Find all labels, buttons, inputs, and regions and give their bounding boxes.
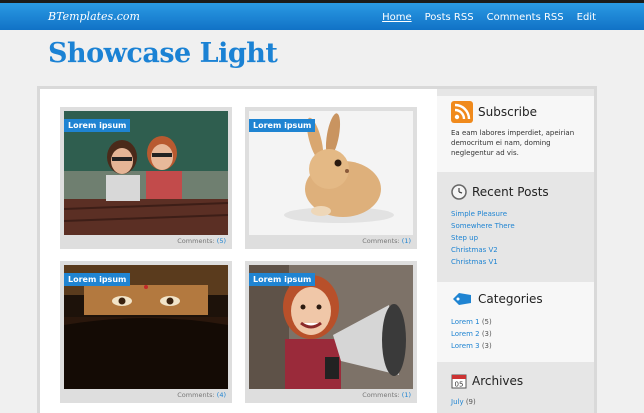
rss-icon[interactable] bbox=[451, 101, 473, 123]
tag-icon bbox=[453, 293, 471, 305]
archive-link[interactable]: July bbox=[451, 398, 464, 406]
post-tag[interactable]: Lorem ipsum bbox=[64, 119, 131, 132]
category-link[interactable]: Lorem 1 bbox=[451, 318, 480, 326]
category-item[interactable]: Lorem 3 (3) bbox=[451, 340, 580, 352]
post-thumbnail[interactable]: Lorem ipsum bbox=[249, 265, 413, 389]
brand-link[interactable]: BTemplates.com bbox=[48, 10, 140, 23]
post-tag[interactable]: Lorem ipsum bbox=[249, 119, 316, 132]
widget-title: Archives bbox=[472, 374, 524, 388]
calendar-icon: 05 bbox=[451, 374, 467, 389]
category-link[interactable]: Lorem 2 bbox=[451, 330, 480, 338]
clock-icon bbox=[451, 184, 467, 200]
top-navigation-bar: BTemplates.com Home Posts RSS Comments R… bbox=[0, 0, 644, 30]
post-comments: Comments: (1) bbox=[362, 237, 411, 245]
widget-title: Categories bbox=[478, 292, 543, 306]
recent-posts-list: Simple Pleasure Somewhere There Step up … bbox=[451, 208, 580, 268]
recent-post-link[interactable]: Somewhere There bbox=[451, 220, 580, 232]
categories-widget: Categories Lorem 1 (5) Lorem 2 (3) Lorem… bbox=[437, 282, 594, 362]
category-item[interactable]: Lorem 2 (3) bbox=[451, 328, 580, 340]
comment-count-link[interactable]: (1) bbox=[402, 237, 411, 245]
recent-post-link[interactable]: Simple Pleasure bbox=[451, 208, 580, 220]
post-tag[interactable]: Lorem ipsum bbox=[249, 273, 316, 286]
post-thumbnail[interactable]: Lorem ipsum bbox=[64, 265, 228, 389]
recent-post-link[interactable]: Christmas V2 bbox=[451, 244, 580, 256]
nav-posts-rss-link[interactable]: Posts RSS bbox=[425, 12, 474, 23]
category-count: (3) bbox=[481, 330, 492, 338]
category-link[interactable]: Lorem 3 bbox=[451, 342, 480, 350]
post-card[interactable]: Lorem ipsum Comments: (5) bbox=[60, 107, 232, 249]
comment-count-link[interactable]: (1) bbox=[402, 391, 411, 399]
post-comments: Comments: (4) bbox=[177, 391, 226, 399]
categories-list: Lorem 1 (5) Lorem 2 (3) Lorem 3 (3) bbox=[451, 316, 580, 352]
comment-count-link[interactable]: (4) bbox=[217, 391, 226, 399]
category-count: (3) bbox=[481, 342, 492, 350]
site-title[interactable]: Showcase Light bbox=[48, 38, 278, 69]
post-tag[interactable]: Lorem ipsum bbox=[64, 273, 131, 286]
archives-list: July (9) bbox=[451, 396, 580, 408]
post-card[interactable]: Lorem ipsum Comments: (1) bbox=[245, 261, 417, 403]
archive-count: (9) bbox=[465, 398, 476, 406]
post-comments: Comments: (5) bbox=[177, 237, 226, 245]
widget-title: Recent Posts bbox=[472, 185, 549, 199]
post-card[interactable]: Lorem ipsum Comments: (1) bbox=[245, 107, 417, 249]
category-item[interactable]: Lorem 1 (5) bbox=[451, 316, 580, 328]
nav-menu: Home Posts RSS Comments RSS Edit bbox=[382, 12, 596, 23]
comment-count-link[interactable]: (5) bbox=[217, 237, 226, 245]
category-count: (5) bbox=[481, 318, 492, 326]
archive-item[interactable]: July (9) bbox=[451, 396, 580, 408]
recent-posts-widget: Recent Posts Simple Pleasure Somewhere T… bbox=[437, 176, 594, 276]
post-card[interactable]: Lorem ipsum Comments: (4) bbox=[60, 261, 232, 403]
recent-post-link[interactable]: Step up bbox=[451, 232, 580, 244]
post-comments: Comments: (1) bbox=[362, 391, 411, 399]
nav-comments-rss-link[interactable]: Comments RSS bbox=[487, 12, 564, 23]
post-thumbnail[interactable]: Lorem ipsum bbox=[249, 111, 413, 235]
subscribe-text: Ea eam labores imperdiet, apeirian democ… bbox=[451, 129, 575, 157]
nav-edit-link[interactable]: Edit bbox=[577, 12, 596, 23]
archives-widget: 05 Archives July (9) bbox=[437, 366, 594, 413]
widget-title: Subscribe bbox=[478, 105, 537, 119]
subscribe-widget: Subscribe Ea eam labores imperdiet, apei… bbox=[437, 96, 594, 172]
svg-text:05: 05 bbox=[455, 381, 464, 389]
recent-post-link[interactable]: Christmas V1 bbox=[451, 256, 580, 268]
nav-home-link[interactable]: Home bbox=[382, 12, 412, 23]
post-thumbnail[interactable]: Lorem ipsum bbox=[64, 111, 228, 235]
